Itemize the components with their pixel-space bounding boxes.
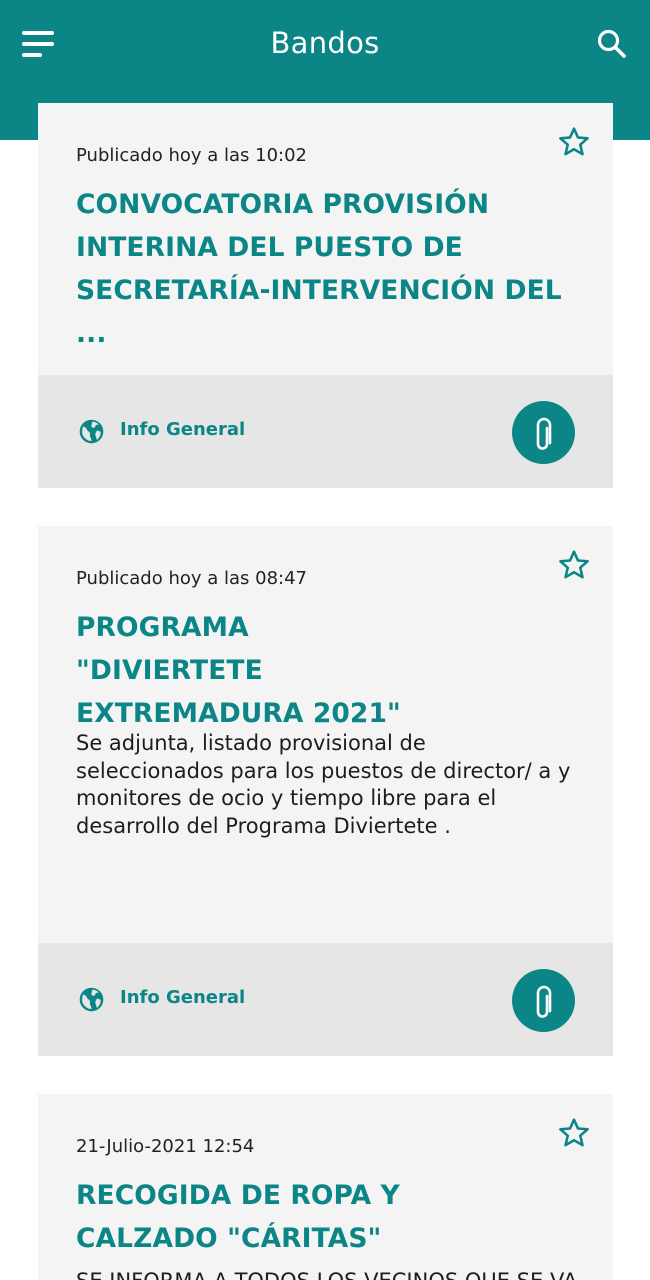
category-label[interactable]: Info General	[120, 419, 245, 440]
star-icon[interactable]	[557, 1116, 591, 1150]
bando-title[interactable]: PROGRAMA "DIVIERTETE EXTREMADURA 2021"	[76, 606, 433, 735]
bando-card[interactable]: Publicado hoy a las 10:02 CONVOCATORIA P…	[38, 103, 613, 488]
bando-date: 21-Julio-2021 12:54	[76, 1136, 255, 1157]
bandos-list: Publicado hoy a las 10:02 CONVOCATORIA P…	[0, 0, 650, 1280]
globe-icon	[79, 419, 104, 444]
bando-card[interactable]: 21-Julio-2021 12:54 RECOGIDA DE ROPA Y C…	[38, 1094, 613, 1280]
bando-date: Publicado hoy a las 08:47	[76, 568, 308, 589]
category-label[interactable]: Info General	[120, 987, 245, 1008]
paperclip-icon	[536, 985, 552, 1018]
globe-icon	[79, 987, 104, 1012]
bando-footer: Info General	[38, 943, 613, 1056]
paperclip-icon	[536, 417, 552, 450]
bando-date: Publicado hoy a las 10:02	[76, 145, 308, 166]
bando-title[interactable]: RECOGIDA DE ROPA Y CALZADO "CÁRITAS"	[76, 1174, 543, 1260]
bando-card[interactable]: Publicado hoy a las 08:47 PROGRAMA "DIVI…	[38, 526, 613, 1056]
bando-footer: Info General	[38, 375, 613, 488]
star-icon[interactable]	[557, 125, 591, 159]
bando-body: SE INFORMA A TODOS LOS VECINOS QUE SE VA	[76, 1268, 577, 1280]
attachment-button[interactable]	[512, 969, 575, 1032]
bando-body: Se adjunta, listado provisional de selec…	[76, 731, 571, 838]
bando-title[interactable]: CONVOCATORIA PROVISIÓN INTERINA DEL PUES…	[76, 183, 573, 355]
attachment-button[interactable]	[512, 401, 575, 464]
star-icon[interactable]	[557, 548, 591, 582]
